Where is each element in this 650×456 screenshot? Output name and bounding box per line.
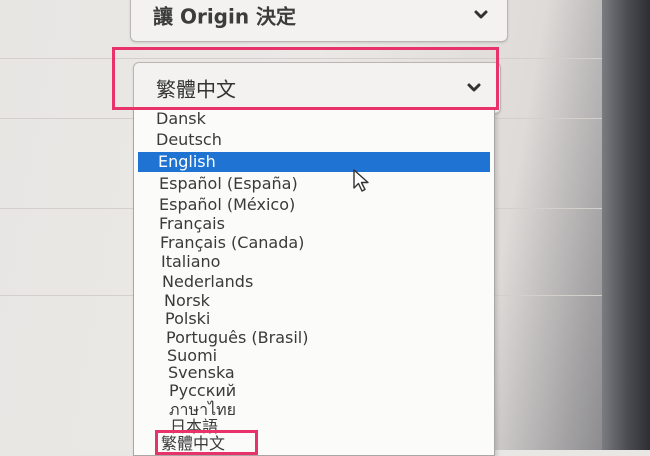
region-select[interactable]: 讓 Origin 決定 xyxy=(130,0,508,42)
language-option[interactable]: Dansk xyxy=(156,110,206,128)
language-option[interactable]: Português (Brasil) xyxy=(166,329,309,347)
language-option[interactable]: Italiano xyxy=(161,253,220,271)
language-option[interactable]: 繁體中文 xyxy=(161,435,225,453)
language-option[interactable]: Polski xyxy=(165,310,210,328)
language-option[interactable]: Español (España) xyxy=(159,175,298,193)
language-select-value: 繁體中文 xyxy=(156,77,236,102)
mouse-cursor-icon xyxy=(353,169,369,192)
language-option[interactable]: Français (Canada) xyxy=(160,234,304,252)
language-option[interactable]: Nederlands xyxy=(162,273,253,291)
language-option[interactable]: Norsk xyxy=(164,292,210,310)
language-option[interactable]: Español (México) xyxy=(159,196,295,214)
screen-bezel xyxy=(602,0,650,450)
region-select-value: 讓 Origin 決定 xyxy=(153,4,297,29)
language-option[interactable]: Français xyxy=(159,215,225,233)
chevron-down-icon xyxy=(467,83,481,92)
language-option[interactable]: Svenska xyxy=(168,364,235,382)
language-option[interactable]: Deutsch xyxy=(156,131,222,149)
language-select[interactable]: 繁體中文 xyxy=(133,62,501,114)
language-option[interactable]: Русский xyxy=(169,382,236,400)
chevron-down-icon xyxy=(474,10,488,19)
divider xyxy=(0,58,610,59)
language-option[interactable]: English xyxy=(138,152,490,172)
language-dropdown-list[interactable]: Dansk Deutsch English Español (España) Españ… xyxy=(133,110,495,456)
